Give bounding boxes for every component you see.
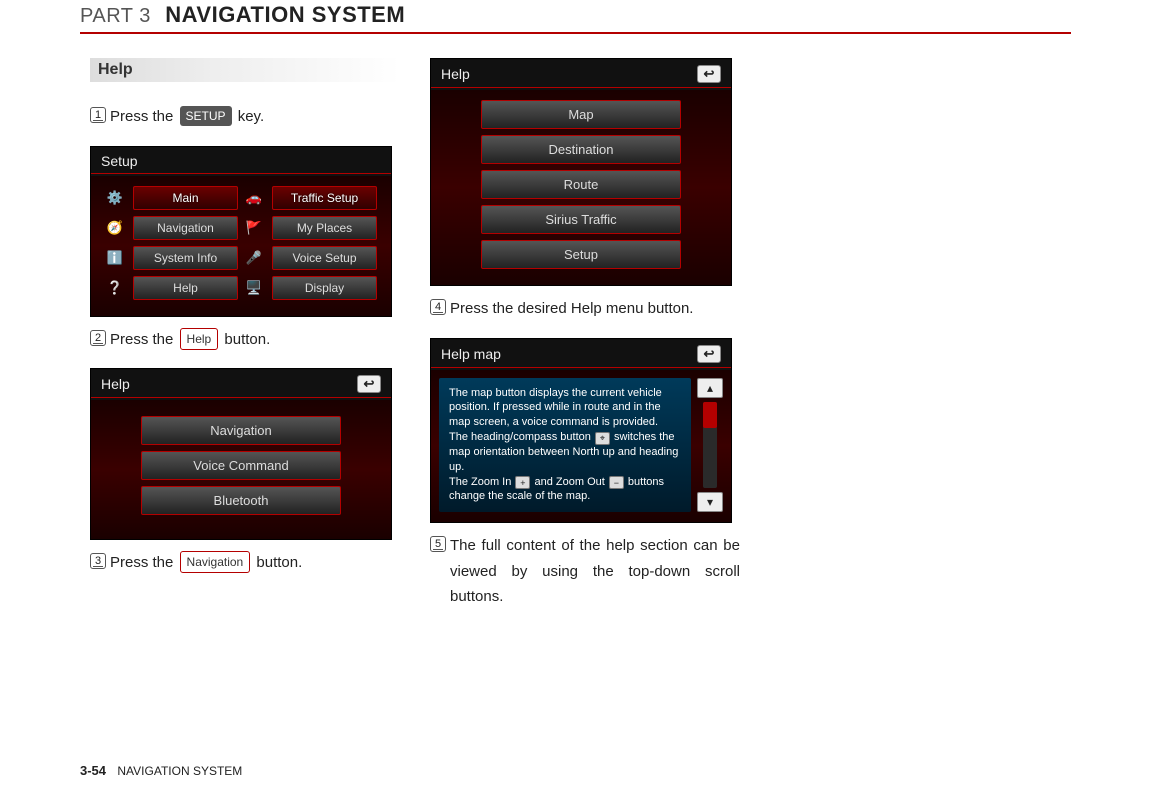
help-softbutton: Help [180,328,219,350]
screenshot-setup: Setup ⚙️ Main 🚗 Traffic Setup 🧭 Navigati… [90,146,392,317]
back-icon[interactable]: ↩ [697,345,721,363]
zoom-in-icon: + [515,476,530,489]
screenshot-help-map: Help map ↩ The map button displays the c… [430,338,732,524]
step-text: Press the SETUP key. [110,104,264,130]
step-text: The full content of the help section can… [450,533,740,610]
display-button[interactable]: Display [272,276,377,300]
footer-label: NAVIGATION SYSTEM [117,764,242,778]
system-info-button[interactable]: System Info [133,246,238,270]
route-button[interactable]: Route [481,170,681,199]
voice-command-button[interactable]: Voice Command [141,451,341,480]
step-number: 5 [430,536,446,552]
scroll-controls: ▴ ▾ [697,378,723,513]
screen-title: Help [441,66,470,82]
setup-button[interactable]: Setup [481,240,681,269]
screen-title-bar: Help map ↩ [431,339,731,367]
step-4: 4 Press the desired Help menu button. [430,296,740,322]
map-button[interactable]: Map [481,100,681,129]
help-line-3b: and Zoom Out [534,476,607,488]
bluetooth-button[interactable]: Bluetooth [141,486,341,515]
help-text-panel: The map button displays the current vehi… [439,378,691,513]
screenshot-help-2: Help ↩ Map Destination Route Sirius Traf… [430,58,732,286]
right-column: Help ↩ Map Destination Route Sirius Traf… [430,58,740,626]
scroll-down-icon[interactable]: ▾ [697,492,723,512]
step-3: 3 Press the Navigation button. [90,550,400,576]
scrollbar-thumb[interactable] [703,402,717,428]
title-divider [431,87,731,88]
page-number: 3-54 [80,763,106,778]
setup-grid: ⚙️ Main 🚗 Traffic Setup 🧭 Navigation 🚩 M… [105,186,377,300]
step-2: 2 Press the Help button. [90,327,400,353]
part-label: PART 3 [80,5,151,27]
navigation-softbutton: Navigation [180,551,251,573]
help-line-2a: The heading/compass button [449,431,594,443]
step-number: 1 [90,107,106,123]
flag-icon: 🚩 [244,218,264,238]
display-icon: 🖥️ [244,278,264,298]
screen-title: Help [101,376,130,392]
left-column: Help 1 Press the SETUP key. Setup ⚙️ Mai… [90,58,400,626]
help-line-1: The map button displays the current vehi… [449,387,662,429]
part-title: NAVIGATION SYSTEM [165,2,405,27]
screen-body: Navigation Voice Command Bluetooth [91,400,391,539]
step-1: 1 Press the SETUP key. [90,104,400,130]
step-5: 5 The full content of the help section c… [430,533,740,610]
title-divider [91,397,391,398]
destination-button[interactable]: Destination [481,135,681,164]
help-list: Navigation Voice Command Bluetooth [105,416,377,515]
step-text: Press the desired Help menu button. [450,296,693,322]
title-divider [431,367,731,368]
screen-title-bar: Help ↩ [91,369,391,397]
screen-body: ⚙️ Main 🚗 Traffic Setup 🧭 Navigation 🚩 M… [91,176,391,316]
step-number: 4 [430,299,446,315]
zoom-out-icon: − [609,476,624,489]
screen-body: Map Destination Route Sirius Traffic Set… [431,90,731,285]
navigation-button[interactable]: Navigation [141,416,341,445]
voice-setup-button[interactable]: Voice Setup [272,246,377,270]
sirius-traffic-button[interactable]: Sirius Traffic [481,205,681,234]
scrollbar-track[interactable] [703,402,717,489]
step-text: Press the Navigation button. [110,550,302,576]
back-icon[interactable]: ↩ [697,65,721,83]
section-heading: Help [90,58,400,82]
title-divider [91,173,391,174]
globe-icon: 🧭 [105,218,125,238]
page-footer: 3-54 NAVIGATION SYSTEM [80,763,242,778]
question-icon: ❔ [105,278,125,298]
compass-icon: ⌖ [595,432,610,445]
car-icon: 🚗 [244,188,264,208]
gear-icon: ⚙️ [105,188,125,208]
screenshot-help-1: Help ↩ Navigation Voice Command Bluetoot… [90,368,392,540]
screen-title: Help map [441,346,501,362]
help-button[interactable]: Help [133,276,238,300]
screen-body: The map button displays the current vehi… [431,370,731,523]
step-number: 2 [90,330,106,346]
screen-title-bar: Help ↩ [431,59,731,87]
section-title: Help [98,61,133,78]
traffic-setup-button[interactable]: Traffic Setup [272,186,377,210]
main-button[interactable]: Main [133,186,238,210]
setup-key: SETUP [180,106,232,126]
content-columns: Help 1 Press the SETUP key. Setup ⚙️ Mai… [80,58,1071,626]
info-icon: ℹ️ [105,248,125,268]
help-line-3a: The Zoom In [449,476,514,488]
page-header: PART 3 NAVIGATION SYSTEM [80,0,1071,34]
screen-title: Setup [101,153,138,169]
mic-icon: 🎤 [244,248,264,268]
my-places-button[interactable]: My Places [272,216,377,240]
back-icon[interactable]: ↩ [357,375,381,393]
step-text: Press the Help button. [110,327,270,353]
screen-title-bar: Setup [91,147,391,173]
help-nav-list: Map Destination Route Sirius Traffic Set… [445,100,717,269]
step-number: 3 [90,553,106,569]
navigation-button[interactable]: Navigation [133,216,238,240]
scroll-up-icon[interactable]: ▴ [697,378,723,398]
